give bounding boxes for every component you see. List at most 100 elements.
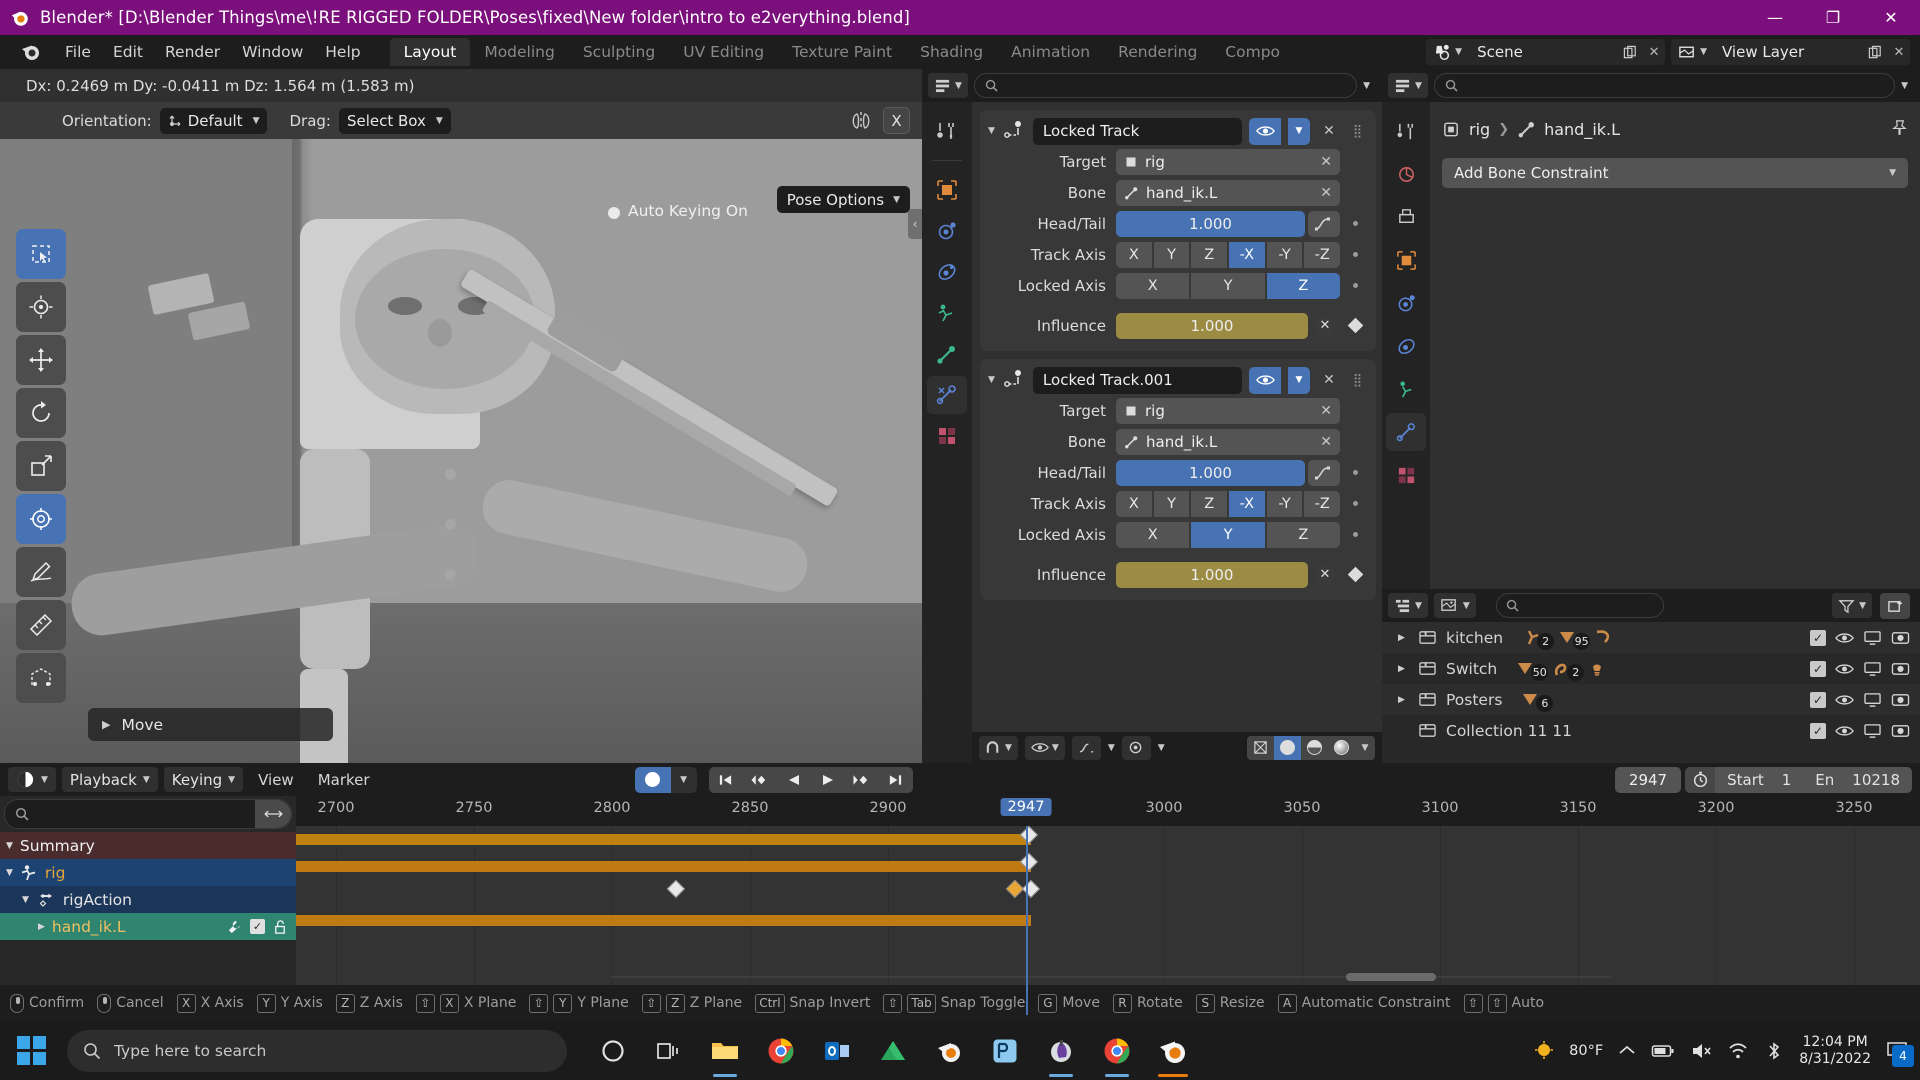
- outliner-row-switch[interactable]: ▶ Switch 50 2 ✓: [1382, 653, 1920, 684]
- target-bone-field[interactable]: hand_ik.L ✕: [1116, 428, 1340, 455]
- clear-target-icon[interactable]: ✕: [1320, 154, 1332, 170]
- blender-taskbar-icon[interactable]: [929, 1031, 969, 1071]
- animate-property-dot[interactable]: [1352, 252, 1358, 257]
- rp-tab-bone-constraints[interactable]: [1386, 413, 1426, 451]
- constraint-visibility-toggle[interactable]: [1249, 366, 1281, 394]
- notification-center-button[interactable]: 4: [1886, 1039, 1914, 1067]
- rp-tab-object[interactable]: [1386, 241, 1426, 279]
- shading-material-button[interactable]: [1301, 735, 1328, 760]
- monitor-icon[interactable]: [1863, 661, 1882, 677]
- modifier-wrench-icon[interactable]: [226, 919, 243, 935]
- outliner-display-mode-button[interactable]: ▼: [1433, 593, 1476, 618]
- panel-expand-chevron-icon[interactable]: ▼: [988, 375, 995, 385]
- channel-enable-checkbox[interactable]: ✓: [250, 919, 265, 934]
- track-summary[interactable]: [296, 825, 1920, 853]
- shading-rendered-button[interactable]: [1328, 735, 1355, 760]
- rp-tab-output[interactable]: [1386, 198, 1426, 236]
- outliner-editor-type-button[interactable]: ▼: [1388, 593, 1428, 618]
- expand-triangle-icon[interactable]: ▶: [38, 922, 45, 932]
- 3d-viewport[interactable]: Dx: 0.2469 m Dy: -0.0411 m Dz: 1.564 m (…: [0, 69, 922, 763]
- clear-target-icon[interactable]: ✕: [1320, 403, 1332, 419]
- properties-tab-material[interactable]: [927, 417, 967, 455]
- keyframe-marker[interactable]: [666, 879, 686, 899]
- outliner-search-input[interactable]: [1495, 593, 1664, 618]
- track-hand-ik-l[interactable]: [296, 907, 1920, 934]
- properties-tab-data[interactable]: [927, 335, 967, 373]
- clear-bone-icon[interactable]: ✕: [1320, 185, 1332, 201]
- orientation-dropdown[interactable]: Default ▼: [159, 107, 268, 134]
- animate-property-dot[interactable]: [1352, 470, 1358, 475]
- operator-redo-panel[interactable]: ▶ Move: [88, 708, 333, 741]
- new-scene-button[interactable]: [1617, 39, 1644, 65]
- breadcrumb-bone-name[interactable]: hand_ik.L: [1544, 120, 1620, 139]
- annotate-tool-button[interactable]: [16, 547, 66, 597]
- expand-triangle-icon[interactable]: ▼: [6, 841, 13, 851]
- resize-channel-handle[interactable]: [255, 800, 291, 828]
- keyframe-diamond-icon[interactable]: [1347, 317, 1363, 334]
- tab-animation[interactable]: Animation: [997, 38, 1104, 66]
- add-bone-constraint-dropdown[interactable]: Add Bone Constraint ▼: [1442, 158, 1908, 188]
- bbone-follow-toggle[interactable]: [1308, 210, 1340, 237]
- target-bone-field[interactable]: hand_ik.L ✕: [1116, 179, 1340, 206]
- start-button[interactable]: [0, 1021, 62, 1080]
- tab-modeling[interactable]: Modeling: [470, 38, 569, 66]
- trackaxis-neg-y[interactable]: -Y: [1266, 490, 1303, 517]
- blender-active-icon[interactable]: [1153, 1031, 1193, 1077]
- taskbar-clock[interactable]: 12:04 PM 8/31/2022: [1799, 1034, 1871, 1068]
- expand-triangle-icon[interactable]: ▼: [6, 868, 13, 878]
- rp-tab-render[interactable]: [1386, 155, 1426, 193]
- animate-property-dot[interactable]: [1352, 532, 1358, 537]
- rp-tab-tool[interactable]: [1386, 112, 1426, 150]
- properties-search-input[interactable]: [973, 73, 1358, 98]
- outliner-row-collection-11-11[interactable]: Collection 11 11 ✓: [1382, 715, 1920, 746]
- properties-tab-physics[interactable]: [927, 253, 967, 291]
- scene-name-field[interactable]: Scene: [1467, 39, 1618, 65]
- tweak-tool-button[interactable]: [16, 229, 66, 279]
- viewport-sidebar-toggle[interactable]: ‹: [908, 209, 922, 239]
- dopesheet-marker-menu[interactable]: Marker: [309, 768, 379, 792]
- tab-compositing[interactable]: Compo: [1211, 38, 1294, 66]
- menu-window[interactable]: Window: [231, 39, 314, 65]
- properties-tab-bone-constraints[interactable]: [927, 376, 967, 414]
- target-object-field[interactable]: rig ✕: [1116, 148, 1340, 175]
- proportional-chevron-icon[interactable]: ▼: [1158, 743, 1165, 753]
- shading-options-chevron[interactable]: ▼: [1355, 735, 1375, 760]
- trackaxis-z[interactable]: Z: [1191, 241, 1228, 268]
- krita-icon[interactable]: [1041, 1031, 1081, 1077]
- eye-icon[interactable]: [1835, 631, 1854, 645]
- blender-menu-icon[interactable]: [18, 40, 44, 64]
- keyframe-diamond-icon[interactable]: [1347, 566, 1363, 583]
- clear-bone-icon[interactable]: ✕: [1320, 434, 1332, 450]
- add-primitive-tool-button[interactable]: [16, 653, 66, 703]
- photoshop-icon[interactable]: [985, 1031, 1025, 1071]
- checkbox-enabled[interactable]: ✓: [1810, 691, 1826, 708]
- rp-tab-modifiers[interactable]: [1386, 284, 1426, 322]
- properties-tab-tool[interactable]: [927, 112, 967, 150]
- animate-property-dot[interactable]: [1352, 501, 1358, 506]
- jump-to-start-button[interactable]: [708, 766, 743, 793]
- menu-edit[interactable]: Edit: [102, 39, 154, 65]
- next-keyframe-button[interactable]: [844, 766, 879, 793]
- snap-chevron-icon[interactable]: ▼: [1108, 743, 1115, 753]
- channel-summary[interactable]: ▼ Summary: [0, 832, 296, 859]
- measure-tool-button[interactable]: [16, 600, 66, 650]
- unlock-icon[interactable]: [272, 919, 288, 935]
- camera-icon[interactable]: [1891, 691, 1910, 708]
- eye-icon[interactable]: [1835, 662, 1854, 676]
- viewlayer-browse-button[interactable]: ▼: [1671, 39, 1712, 65]
- trackaxis-neg-x[interactable]: -X: [1229, 490, 1265, 517]
- shading-solid-button[interactable]: [1274, 735, 1301, 760]
- animate-property-dot[interactable]: [1352, 283, 1358, 288]
- chrome-2-icon[interactable]: [1097, 1031, 1137, 1077]
- maximize-button[interactable]: ❐: [1804, 0, 1862, 35]
- monitor-icon[interactable]: [1863, 630, 1882, 646]
- clear-influence-keyframe-button[interactable]: ✕: [1310, 314, 1340, 337]
- trackaxis-neg-y[interactable]: -Y: [1266, 241, 1303, 268]
- trackaxis-x[interactable]: X: [1116, 490, 1152, 517]
- trackaxis-neg-z[interactable]: -Z: [1304, 241, 1341, 268]
- trackaxis-y[interactable]: Y: [1153, 241, 1190, 268]
- monitor-icon[interactable]: [1863, 723, 1882, 739]
- checkbox-enabled[interactable]: ✓: [1810, 660, 1826, 677]
- tab-texture-paint[interactable]: Texture Paint: [778, 38, 906, 66]
- x-mirror-icon[interactable]: [848, 110, 874, 132]
